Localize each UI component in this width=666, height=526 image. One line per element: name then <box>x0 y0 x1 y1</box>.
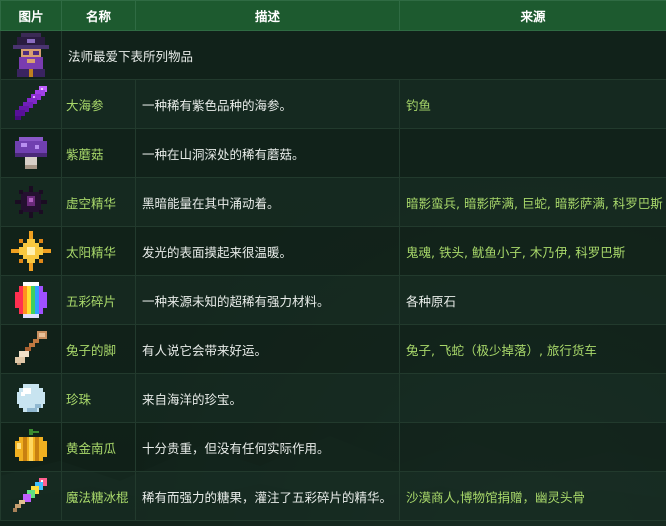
table-row: 紫蘑菇 一种在山洞深处的稀有蘑菇。 <box>0 128 666 178</box>
item-description: 发光的表面摸起来很温暖。 <box>135 226 400 276</box>
pearl-icon[interactable] <box>11 378 51 418</box>
purple-mushroom-icon[interactable] <box>11 133 51 173</box>
rabbits-foot-icon[interactable] <box>11 329 51 369</box>
item-name[interactable]: 兔子的脚 <box>61 324 136 374</box>
table-row: 五彩碎片 一种来源未知的超稀有强力材料。 各种原石 <box>0 275 666 325</box>
item-name[interactable]: 五彩碎片 <box>61 275 136 325</box>
item-source[interactable] <box>399 128 666 178</box>
item-source[interactable] <box>399 422 666 472</box>
header-description: 描述 <box>135 0 400 31</box>
header-source: 来源 <box>399 0 666 31</box>
item-description: 有人说它会带来好运。 <box>135 324 400 374</box>
intro-icon-cell <box>0 30 62 80</box>
item-description: 来自海洋的珍宝。 <box>135 373 400 423</box>
wizard-portrait-icon[interactable] <box>11 33 51 77</box>
golden-pumpkin-icon[interactable] <box>11 427 51 467</box>
item-description: 十分贵重，但没有任何实际作用。 <box>135 422 400 472</box>
item-description: 一种稀有紫色品种的海参。 <box>135 79 400 129</box>
void-essence-icon[interactable] <box>11 182 51 222</box>
header-image: 图片 <box>0 0 62 31</box>
item-name[interactable]: 太阳精华 <box>61 226 136 276</box>
table-row: 珍珠 来自海洋的珍宝。 <box>0 373 666 423</box>
header-name: 名称 <box>61 0 136 31</box>
item-description: 黑暗能量在其中涌动着。 <box>135 177 400 227</box>
item-source-text: 各种原石 <box>406 293 457 309</box>
item-name[interactable]: 大海参 <box>61 79 136 129</box>
item-source[interactable]: 暗影蛮兵, 暗影萨满, 巨蛇, 暗影萨满, 科罗巴斯 <box>399 177 666 227</box>
table-row: 太阳精华 发光的表面摸起来很温暖。 鬼魂, 铁头, 鱿鱼小子, 木乃伊, 科罗巴… <box>0 226 666 276</box>
item-description: 一种在山洞深处的稀有蘑菇。 <box>135 128 400 178</box>
item-source[interactable] <box>399 373 666 423</box>
item-source[interactable]: 钓鱼 <box>399 79 666 129</box>
gift-table: 图片 名称 描述 来源 法师最爱下表所列物品 大海参 一种稀有紫色品种的海参。 … <box>0 0 666 521</box>
item-source[interactable]: 鬼魂, 铁头, 鱿鱼小子, 木乃伊, 科罗巴斯 <box>399 226 666 276</box>
item-description: 稀有而强力的糖果，灌注了五彩碎片的精华。 <box>135 471 400 521</box>
table-header-row: 图片 名称 描述 来源 <box>0 0 666 31</box>
magic-rock-candy-icon[interactable] <box>11 476 51 516</box>
intro-row: 法师最爱下表所列物品 <box>0 30 666 80</box>
item-source[interactable]: 兔子, 飞蛇（极少掉落）, 旅行货车 <box>399 324 666 374</box>
item-source: 各种原石 <box>399 275 666 325</box>
item-name[interactable]: 魔法糖冰棍 <box>61 471 136 521</box>
sea-cucumber-icon[interactable] <box>11 84 51 124</box>
item-name[interactable]: 珍珠 <box>61 373 136 423</box>
item-description: 一种来源未知的超稀有强力材料。 <box>135 275 400 325</box>
item-name[interactable]: 虚空精华 <box>61 177 136 227</box>
table-row: 大海参 一种稀有紫色品种的海参。 钓鱼 <box>0 79 666 129</box>
solar-essence-icon[interactable] <box>11 231 51 271</box>
intro-text: 法师最爱下表所列物品 <box>61 30 666 80</box>
item-name[interactable]: 紫蘑菇 <box>61 128 136 178</box>
table-row: 兔子的脚 有人说它会带来好运。 兔子, 飞蛇（极少掉落）, 旅行货车 <box>0 324 666 374</box>
item-source[interactable]: 沙漠商人,博物馆捐赠，幽灵头骨 <box>399 471 666 521</box>
page: 图片 名称 描述 来源 法师最爱下表所列物品 大海参 一种稀有紫色品种的海参。 … <box>0 0 666 526</box>
table-row: 虚空精华 黑暗能量在其中涌动着。 暗影蛮兵, 暗影萨满, 巨蛇, 暗影萨满, 科… <box>0 177 666 227</box>
prismatic-shard-icon[interactable] <box>11 280 51 320</box>
item-name[interactable]: 黄金南瓜 <box>61 422 136 472</box>
table-row: 魔法糖冰棍 稀有而强力的糖果，灌注了五彩碎片的精华。 沙漠商人,博物馆捐赠，幽灵… <box>0 471 666 521</box>
table-row: 黄金南瓜 十分贵重，但没有任何实际作用。 <box>0 422 666 472</box>
